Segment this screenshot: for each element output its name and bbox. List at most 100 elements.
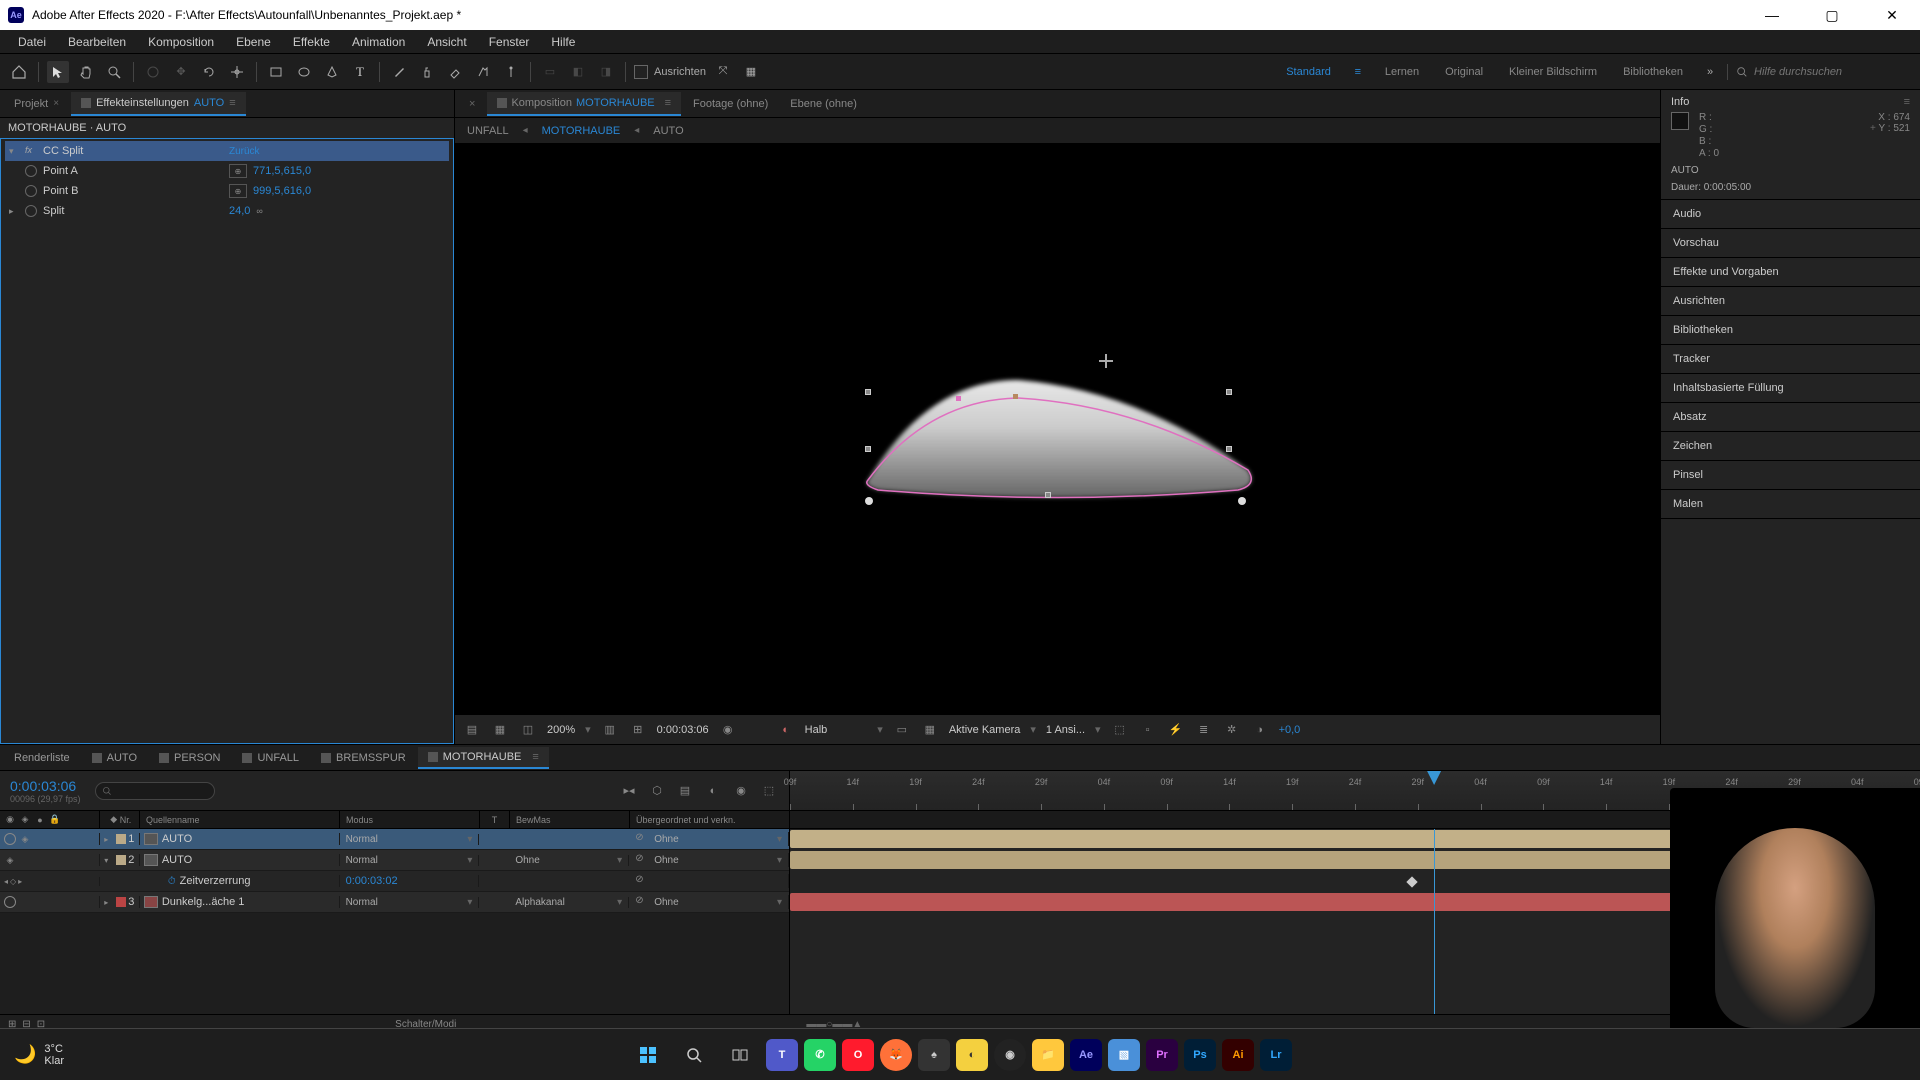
- timecode-display[interactable]: 0:00:03:06: [657, 724, 709, 736]
- panel-effekte[interactable]: Effekte und Vorgaben: [1661, 258, 1920, 287]
- composition-viewer[interactable]: [455, 144, 1660, 714]
- zoom-dropdown-icon[interactable]: ▾: [585, 723, 591, 736]
- mask-opt2-icon[interactable]: ◨: [595, 61, 617, 83]
- lightroom-icon[interactable]: Lr: [1260, 1039, 1292, 1071]
- tab-menu-icon[interactable]: ≡: [532, 751, 538, 763]
- brush-tool[interactable]: [388, 61, 410, 83]
- snapping-opt-icon[interactable]: ▦: [740, 61, 762, 83]
- panel-malen[interactable]: Malen: [1661, 490, 1920, 519]
- fx-icon[interactable]: fx: [25, 145, 37, 157]
- crosshair-icon[interactable]: ⊕: [229, 184, 247, 198]
- after-effects-icon[interactable]: Ae: [1070, 1039, 1102, 1071]
- panel-tracker[interactable]: Tracker: [1661, 345, 1920, 374]
- mask-mode-icon[interactable]: ▭: [539, 61, 561, 83]
- selection-tool[interactable]: [47, 61, 69, 83]
- parent-pick-icon[interactable]: ⊘: [635, 895, 649, 909]
- help-search[interactable]: [1727, 64, 1912, 80]
- home-button[interactable]: [8, 61, 30, 83]
- fx-cc-split[interactable]: ▾ fx CC Split Zurück: [5, 141, 449, 161]
- start-button[interactable]: [628, 1035, 668, 1075]
- time-remap-value[interactable]: 0:00:03:02: [346, 875, 398, 887]
- panel-vorschau[interactable]: Vorschau: [1661, 229, 1920, 258]
- panel-pinsel[interactable]: Pinsel: [1661, 461, 1920, 490]
- menu-effekte[interactable]: Effekte: [283, 32, 340, 52]
- tab-project-close-icon[interactable]: ×: [53, 98, 59, 109]
- minimize-button[interactable]: —: [1752, 0, 1792, 30]
- mode-select[interactable]: Normal: [346, 855, 473, 866]
- expression-pick-icon[interactable]: ⊘: [635, 874, 649, 888]
- app-icon[interactable]: ◐: [956, 1039, 988, 1071]
- camera-select[interactable]: Aktive Kamera: [949, 724, 1021, 736]
- fx-split[interactable]: ▸ Split 24,0 ∞: [5, 201, 449, 221]
- bbox-handle[interactable]: [865, 446, 871, 452]
- anchor-tool[interactable]: [226, 61, 248, 83]
- tab-renderliste[interactable]: Renderliste: [4, 748, 80, 768]
- col-t[interactable]: T: [480, 811, 510, 828]
- playhead-line[interactable]: [1434, 829, 1435, 1014]
- menu-bearbeiten[interactable]: Bearbeiten: [58, 32, 136, 52]
- workspace-lernen[interactable]: Lernen: [1375, 63, 1429, 81]
- views-dropdown-icon[interactable]: ▾: [1095, 723, 1101, 736]
- 3d-icon[interactable]: ⬚: [1111, 721, 1129, 739]
- parent-pick-icon[interactable]: ⊘: [635, 832, 649, 846]
- panel-bibliotheken[interactable]: Bibliotheken: [1661, 316, 1920, 345]
- firefox-icon[interactable]: 🦊: [880, 1039, 912, 1071]
- photoshop-icon[interactable]: Ps: [1184, 1039, 1216, 1071]
- maximize-button[interactable]: ▢: [1812, 0, 1852, 30]
- close-button[interactable]: ✕: [1872, 0, 1912, 30]
- res-dropdown-icon[interactable]: ▾: [877, 723, 883, 736]
- timeline-search[interactable]: [95, 782, 215, 800]
- layer-name[interactable]: AUTO: [162, 854, 192, 866]
- solo-col-icon[interactable]: ●: [34, 814, 46, 826]
- bbox-handle[interactable]: [865, 389, 871, 395]
- task-view-button[interactable]: [720, 1035, 760, 1075]
- workspace-menu-icon[interactable]: ≡: [1347, 61, 1369, 83]
- tab-komposition[interactable]: Komposition MOTORHAUBE ≡: [487, 92, 681, 116]
- snapshot-icon[interactable]: ◉: [719, 721, 737, 739]
- whatsapp-icon[interactable]: ✆: [804, 1039, 836, 1071]
- fx-split-value[interactable]: 24,0: [229, 205, 250, 217]
- snapping-icon[interactable]: ⤧: [712, 61, 734, 83]
- menu-hilfe[interactable]: Hilfe: [541, 32, 585, 52]
- app-icon[interactable]: ▧: [1108, 1039, 1140, 1071]
- panel-absatz[interactable]: Absatz: [1661, 403, 1920, 432]
- layer-shape[interactable]: [838, 350, 1278, 530]
- orbit-tool[interactable]: [142, 61, 164, 83]
- panel-audio[interactable]: Audio: [1661, 200, 1920, 229]
- col-nr[interactable]: Nr.: [120, 815, 132, 825]
- stopwatch-icon[interactable]: [25, 205, 37, 217]
- keyframe[interactable]: [1406, 876, 1417, 887]
- layer-time-remap[interactable]: ◂◇▸ ⏱ Zeitverzerrung 0:00:03:02 ⊘: [0, 871, 789, 892]
- matte-select[interactable]: Alphakanal: [515, 897, 622, 908]
- label-color[interactable]: [116, 855, 126, 865]
- tab-menu-icon[interactable]: ≡: [665, 97, 671, 109]
- layer-row-1[interactable]: ◈ ▸1 AUTO Normal ⊘Ohne: [0, 829, 789, 850]
- workspace-overflow-icon[interactable]: »: [1699, 61, 1721, 83]
- col-mode[interactable]: Modus: [340, 811, 480, 828]
- fx-reset-button[interactable]: Zurück: [229, 146, 260, 157]
- crosshair-icon[interactable]: ⊕: [229, 164, 247, 178]
- illustrator-icon[interactable]: Ai: [1222, 1039, 1254, 1071]
- workspace-kleiner[interactable]: Kleiner Bildschirm: [1499, 63, 1607, 81]
- motion-blur-icon[interactable]: ◐: [703, 781, 723, 801]
- bbox-handle[interactable]: [1226, 389, 1232, 395]
- views-select[interactable]: 1 Ansi...: [1046, 724, 1085, 736]
- label-color[interactable]: [116, 834, 126, 844]
- panel-ausrichten[interactable]: Ausrichten: [1661, 287, 1920, 316]
- tab-effects[interactable]: Effekteinstellungen AUTO ≡: [71, 92, 246, 116]
- hand-tool[interactable]: [75, 61, 97, 83]
- premiere-icon[interactable]: Pr: [1146, 1039, 1178, 1071]
- caret-down-icon[interactable]: ▾: [9, 146, 19, 157]
- frame-blend-icon[interactable]: ▤: [675, 781, 695, 801]
- tab-effects-menu-icon[interactable]: ≡: [229, 97, 235, 109]
- tab-unfall[interactable]: UNFALL: [232, 748, 309, 768]
- app-icon[interactable]: ♠: [918, 1039, 950, 1071]
- tab-bremsspur[interactable]: BREMSSPUR: [311, 748, 416, 768]
- tab-ebene[interactable]: Ebene (ohne): [780, 93, 867, 115]
- grid-icon[interactable]: ⊞: [629, 721, 647, 739]
- resolution-icon[interactable]: ▥: [601, 721, 619, 739]
- tab-auto[interactable]: AUTO: [82, 748, 147, 768]
- eye-icon[interactable]: [4, 896, 16, 908]
- pen-tool[interactable]: [321, 61, 343, 83]
- layer-row-3[interactable]: ▸3 Dunkelg...äche 1 Normal Alphakanal ⊘O…: [0, 892, 789, 913]
